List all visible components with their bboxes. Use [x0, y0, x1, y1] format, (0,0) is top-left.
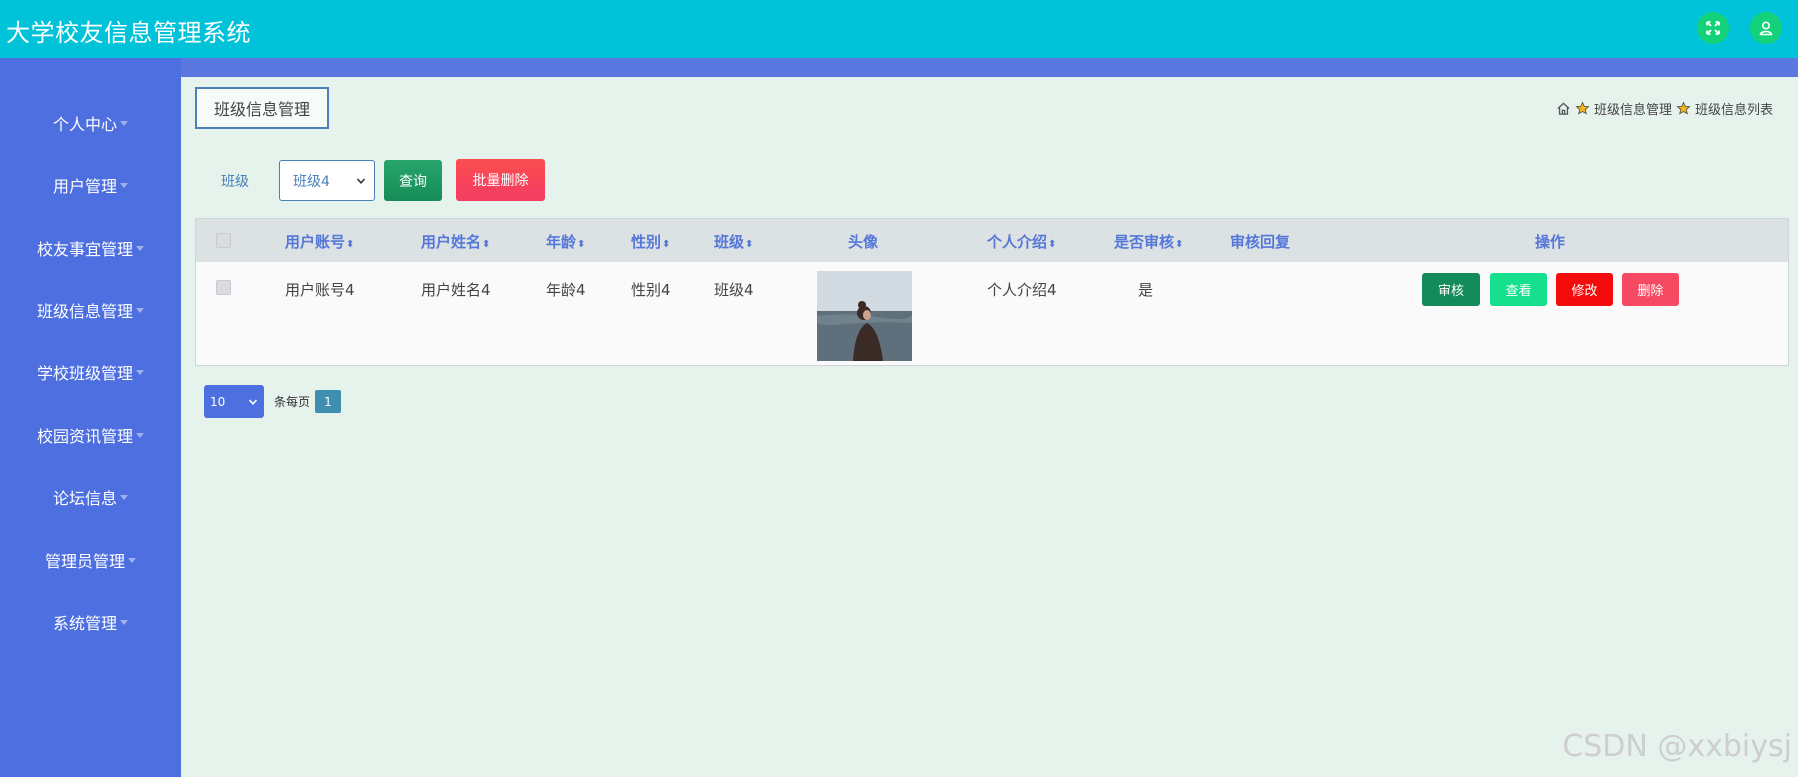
column-header-actions: 操作	[1535, 233, 1566, 251]
sidebar-item-label: 学校班级管理	[36, 364, 133, 383]
caret-down-icon	[128, 557, 136, 563]
column-header-class[interactable]: 班级⬍	[714, 231, 753, 252]
sidebar-item-system-management[interactable]: 系统管理	[0, 602, 181, 642]
page-size-value: 10	[210, 394, 226, 409]
sort-icon: ⬍	[662, 239, 671, 250]
fullscreen-icon	[1706, 21, 1720, 35]
sidebar-item-label: 用户管理	[52, 177, 117, 196]
cell-intro: 个人介绍4	[987, 281, 1057, 299]
sidebar-item-label: 校园资讯管理	[36, 427, 133, 446]
top-bar: 大学校友信息管理系统	[0, 0, 1798, 58]
sidebar-item-forum[interactable]: 论坛信息	[0, 477, 181, 517]
page-size-select[interactable]: 10	[204, 385, 264, 418]
column-header-reviewed[interactable]: 是否审核⬍	[1114, 231, 1183, 252]
sort-icon: ⬍	[1175, 239, 1184, 250]
caret-down-icon	[120, 120, 128, 126]
delete-button[interactable]: 删除	[1622, 273, 1679, 306]
review-button[interactable]: 审核	[1422, 273, 1480, 306]
query-button[interactable]: 查询	[384, 160, 442, 201]
sidebar-item-school-class[interactable]: 学校班级管理	[0, 352, 181, 392]
class-filter-value: 班级4	[293, 173, 330, 190]
chevron-down-icon	[356, 178, 366, 184]
sort-icon: ⬍	[1048, 239, 1057, 250]
avatar-image	[817, 271, 912, 361]
caret-down-icon	[120, 182, 128, 188]
caret-down-icon	[136, 369, 144, 375]
home-icon[interactable]	[1556, 101, 1571, 116]
batch-delete-button[interactable]: 批量删除	[456, 159, 545, 201]
table-header: 用户账号⬍ 用户姓名⬍ 年龄⬍ 性别⬍ 班级⬍ 头像 个人介绍⬍ 是否审核⬍ 审…	[196, 219, 1788, 262]
caret-down-icon	[120, 494, 128, 500]
edit-button[interactable]: 修改	[1556, 273, 1613, 306]
data-table: 用户账号⬍ 用户姓名⬍ 年龄⬍ 性别⬍ 班级⬍ 头像 个人介绍⬍ 是否审核⬍ 审…	[195, 218, 1789, 366]
cell-class: 班级4	[714, 281, 754, 299]
breadcrumb-item[interactable]: 班级信息管理	[1594, 99, 1672, 118]
column-header-reply: 审核回复	[1230, 233, 1291, 251]
class-filter-label: 班级	[221, 174, 249, 190]
breadcrumb-item-current: 班级信息列表	[1694, 103, 1773, 118]
view-button[interactable]: 查看	[1490, 273, 1547, 306]
star-icon	[1575, 101, 1590, 115]
column-header-account[interactable]: 用户账号⬍	[285, 231, 354, 252]
sort-icon: ⬍	[577, 239, 586, 250]
user-button[interactable]	[1750, 12, 1782, 44]
sidebar-item-label: 管理员管理	[44, 552, 125, 571]
caret-down-icon	[136, 307, 144, 313]
sidebar-item-label: 个人中心	[52, 115, 117, 134]
column-header-age[interactable]: 年龄⬍	[546, 231, 585, 252]
column-header-name[interactable]: 用户姓名⬍	[421, 231, 490, 252]
cell-name: 用户姓名4	[421, 281, 491, 299]
caret-down-icon	[136, 245, 144, 251]
page-title-button[interactable]: 班级信息管理	[195, 87, 329, 129]
caret-down-icon	[136, 432, 144, 438]
column-header-intro[interactable]: 个人介绍⬍	[987, 231, 1056, 252]
select-all-checkbox[interactable]	[216, 233, 231, 248]
header-strip	[0, 58, 1798, 77]
chevron-down-icon	[248, 399, 258, 405]
breadcrumb: 班级信息管理 班级信息列表	[1556, 99, 1773, 118]
sidebar-item-label: 系统管理	[52, 614, 117, 633]
sidebar-item-class-info[interactable]: 班级信息管理	[0, 290, 181, 330]
user-icon	[1759, 21, 1773, 36]
per-page-label: 条每页	[274, 395, 311, 409]
sidebar-item-admin-management[interactable]: 管理员管理	[0, 540, 181, 580]
sidebar-item-label: 班级信息管理	[36, 302, 133, 321]
sort-icon: ⬍	[482, 239, 491, 250]
cell-age: 年龄4	[546, 281, 586, 299]
watermark: CSDN @xxbiysj	[1562, 729, 1792, 764]
sidebar-item-personal-center[interactable]: 个人中心	[0, 103, 181, 143]
cell-account: 用户账号4	[285, 281, 355, 299]
class-filter-select[interactable]: 班级4	[279, 160, 375, 201]
sidebar-item-user-management[interactable]: 用户管理	[0, 165, 181, 205]
cell-gender: 性别4	[631, 281, 671, 299]
column-header-avatar: 头像	[848, 233, 879, 251]
column-header-gender[interactable]: 性别⬍	[631, 231, 670, 252]
sidebar-item-label: 校友事宜管理	[36, 240, 133, 259]
page-number-button[interactable]: 1	[315, 390, 341, 413]
sidebar: 个人中心 用户管理 校友事宜管理 班级信息管理 学校班级管理 校园资讯管理 论坛…	[0, 58, 181, 777]
sort-icon: ⬍	[745, 239, 754, 250]
app-title: 大学校友信息管理系统	[6, 19, 251, 47]
sidebar-item-campus-news[interactable]: 校园资讯管理	[0, 415, 181, 455]
sort-icon: ⬍	[346, 239, 355, 250]
sidebar-item-alumni-affairs[interactable]: 校友事宜管理	[0, 228, 181, 268]
cell-reviewed: 是	[1138, 281, 1154, 299]
sidebar-item-label: 论坛信息	[52, 489, 117, 508]
fullscreen-button[interactable]	[1697, 12, 1729, 44]
star-icon	[1676, 101, 1691, 115]
caret-down-icon	[120, 619, 128, 625]
row-checkbox[interactable]	[216, 280, 231, 295]
